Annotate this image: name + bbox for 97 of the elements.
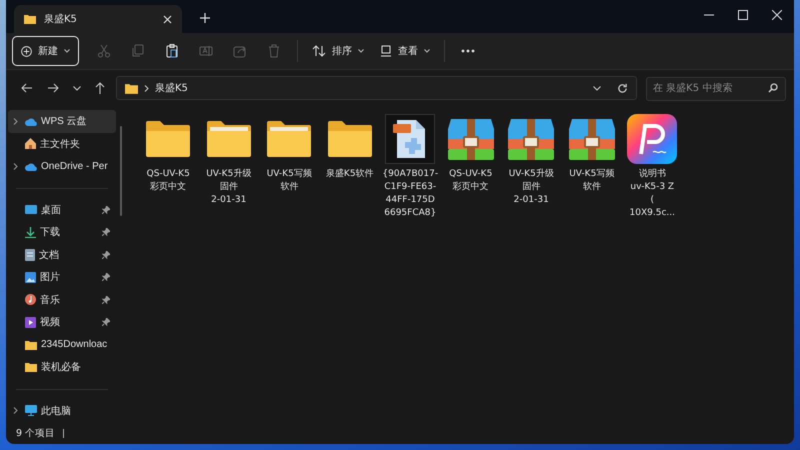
breadcrumb-item[interactable]: 泉盛K5	[155, 81, 188, 95]
item-count: 9 个项目	[16, 426, 56, 440]
search-field[interactable]: 在 泉盛K5 中搜索	[646, 76, 786, 100]
folder-tab[interactable]: 泉盛K5	[14, 5, 182, 33]
sidebar-item[interactable]: 主文件夹	[8, 132, 116, 155]
sidebar-item[interactable]: 图片	[8, 266, 116, 288]
sidebar-item[interactable]: 视频	[8, 311, 116, 334]
caret-icon	[424, 49, 430, 53]
sidebar-label: 下载	[40, 226, 61, 240]
video-icon	[25, 316, 36, 328]
sidebar-item[interactable]: 2345Downloac	[8, 334, 116, 356]
maximize-icon[interactable]	[738, 10, 748, 20]
file-item[interactable]: UV-K5写频 软件	[562, 114, 622, 194]
monitor-icon	[25, 405, 37, 416]
sidebar-item[interactable]: 文档	[8, 244, 116, 266]
close-icon[interactable]	[772, 10, 782, 20]
forward-arrow-icon[interactable]	[47, 83, 59, 93]
chevron-right-icon[interactable]	[13, 162, 18, 170]
caret-icon	[358, 49, 364, 53]
clipboard-icon[interactable]	[165, 44, 179, 58]
sidebar-label: 主文件夹	[40, 138, 81, 151]
file-item[interactable]: UV-K5升级 固件 2-01-31	[501, 114, 562, 207]
sidebar-item[interactable]: OneDrive - Per	[8, 155, 116, 178]
chevron-right-icon[interactable]	[13, 407, 18, 414]
file-item[interactable]: QS-UV-K5 彩页中文	[440, 114, 501, 194]
chevron-right-icon	[144, 84, 149, 92]
picture-icon	[25, 272, 36, 283]
refresh-icon[interactable]	[617, 82, 628, 94]
file-name: {90A7B017- C1F9-FE63- 44FF-175D 6695FCA8}	[382, 168, 438, 220]
monitor-icon	[380, 45, 392, 57]
file-name: QS-UV-K5 彩页中文	[146, 168, 190, 194]
folder-icon	[25, 340, 37, 350]
document-icon	[25, 248, 35, 261]
file-name: UV-K5升级 固件 2-01-31	[206, 168, 252, 207]
pin-icon[interactable]	[102, 318, 110, 326]
close-icon[interactable]	[163, 14, 172, 24]
sidebar-item[interactable]: WPS 云盘	[8, 110, 116, 132]
sidebar-label: 文档	[39, 248, 60, 262]
sort-button[interactable]: 排序	[304, 40, 372, 62]
cloud-icon	[25, 162, 37, 171]
cloud-icon	[25, 116, 37, 126]
file-item[interactable]: 说明书 uv-K5-3 Z ( 10X9.5c...	[622, 114, 682, 220]
file-item[interactable]: UV-K5写频 软件	[259, 114, 320, 194]
pin-icon[interactable]	[102, 296, 110, 304]
folder-icon	[25, 362, 37, 372]
folder-icon	[24, 14, 36, 24]
desktop-icon	[25, 204, 37, 215]
sidebar-label: WPS 云盘	[41, 115, 88, 128]
tab-title: 泉盛K5	[44, 12, 78, 26]
music-note-icon	[25, 294, 36, 306]
sidebar-label: OneDrive - Per	[41, 160, 109, 172]
sort-arrows-icon	[312, 45, 326, 57]
app-icon	[627, 114, 678, 164]
chevron-right-icon[interactable]	[13, 118, 18, 125]
sidebar-label: 桌面	[41, 204, 62, 217]
view-button[interactable]: 查看	[372, 40, 438, 62]
file-name: UV-K5写频 软件	[569, 168, 614, 194]
back-arrow-icon[interactable]	[21, 83, 33, 93]
file-item[interactable]: UV-K5升级 固件 2-01-31	[198, 114, 259, 207]
sidebar-item[interactable]: 此电脑	[8, 400, 116, 422]
pin-icon[interactable]	[102, 228, 110, 236]
chevron-down-icon[interactable]	[593, 86, 601, 90]
search-icon[interactable]	[768, 83, 778, 93]
file-name: 泉盛K5软件	[326, 168, 374, 181]
sidebar-label: 装机必备	[41, 360, 82, 374]
file-name: UV-K5升级 固件 2-01-31	[508, 168, 554, 207]
scrollbar[interactable]	[120, 126, 122, 216]
sidebar-item[interactable]: 桌面	[8, 198, 116, 221]
address-bar[interactable]: 泉盛K5	[116, 76, 637, 100]
house-icon	[25, 138, 36, 150]
sidebar-label: 音乐	[40, 294, 61, 307]
folder-icon	[125, 82, 138, 94]
file-name: UV-K5写频 软件	[266, 168, 312, 194]
download-icon	[25, 226, 36, 238]
up-arrow-icon[interactable]	[95, 82, 105, 94]
caret-icon	[64, 49, 70, 53]
sidebar-item[interactable]: 装机必备	[8, 356, 116, 378]
new-tab-icon[interactable]	[200, 13, 210, 23]
sidebar-item[interactable]: 下载	[8, 221, 116, 244]
sidebar-label: 图片	[40, 270, 61, 284]
chevron-down-icon[interactable]	[73, 86, 81, 90]
pin-icon[interactable]	[102, 273, 110, 282]
pin-icon[interactable]	[102, 250, 110, 259]
sidebar-label: 2345Downloac	[41, 339, 108, 350]
image-file-icon	[385, 114, 436, 164]
file-item[interactable]: QS-UV-K5 彩页中文	[138, 114, 198, 194]
more-options-icon[interactable]	[461, 49, 475, 53]
file-item[interactable]: {90A7B017- C1F9-FE63- 44FF-175D 6695FCA8}	[380, 114, 440, 220]
file-name: QS-UV-K5 彩页中文	[449, 168, 492, 194]
plus-circle-icon	[21, 46, 32, 56]
sidebar-item[interactable]: 音乐	[8, 288, 116, 311]
file-name: 说明书 uv-K5-3 Z ( 10X9.5c...	[630, 168, 675, 220]
sidebar-label: 视频	[40, 316, 61, 330]
new-button[interactable]: 新建	[12, 36, 79, 66]
pin-icon[interactable]	[102, 206, 110, 214]
sidebar-label: 此电脑	[41, 404, 72, 418]
file-item[interactable]: 泉盛K5软件	[320, 114, 380, 181]
